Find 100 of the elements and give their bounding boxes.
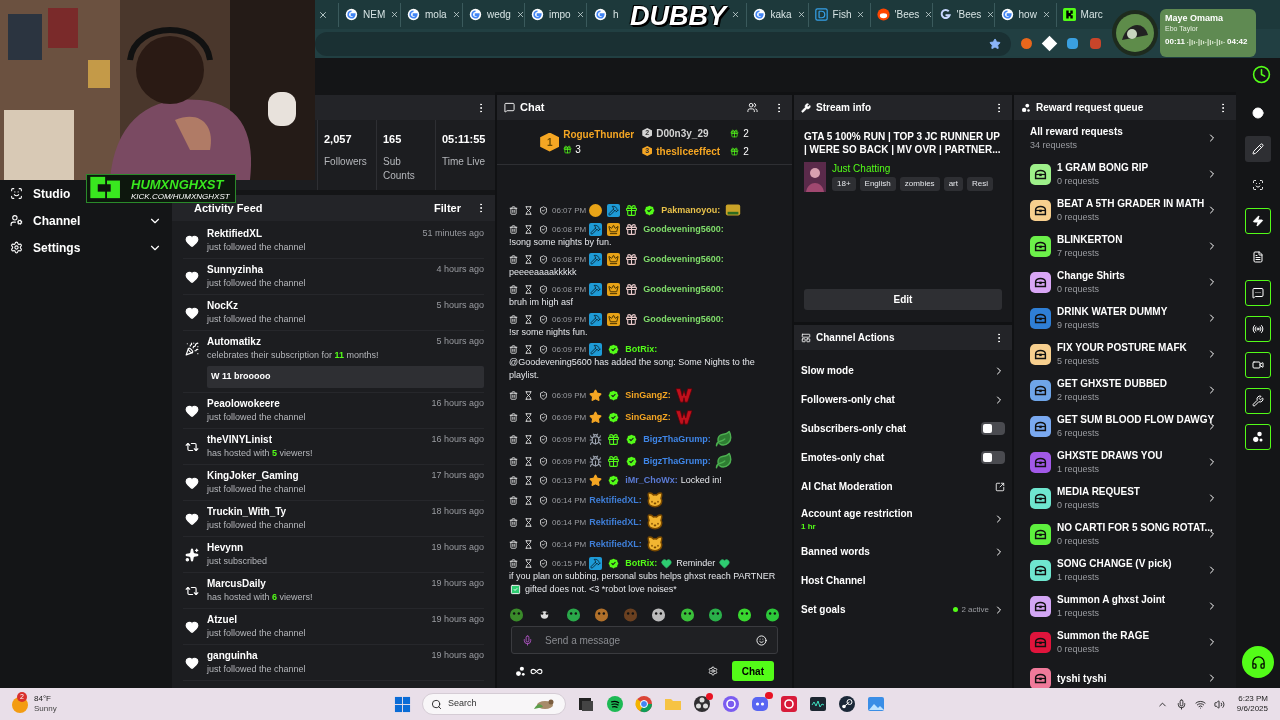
trash-icon[interactable]	[509, 539, 518, 549]
sidebar-item[interactable]: Settings	[0, 234, 172, 261]
reward-row[interactable]: Summon A ghxst Joint 1 requests	[1014, 588, 1236, 624]
reward-row[interactable]: GET SUM BLOOD FLOW DAWGY 6 requests	[1014, 408, 1236, 444]
message-input[interactable]: Send a message	[545, 632, 744, 648]
filter-button[interactable]: Filter	[434, 199, 461, 217]
shield-icon[interactable]	[539, 559, 548, 568]
wifi-icon[interactable]	[1194, 698, 1206, 710]
browser-tab[interactable]: mola	[400, 2, 462, 27]
rail-button[interactable]	[1245, 316, 1271, 342]
hourglass-icon[interactable]	[524, 434, 533, 444]
trash-icon[interactable]	[509, 456, 518, 466]
browser-tab[interactable]: Marc	[1055, 2, 1109, 27]
trash-icon[interactable]	[509, 495, 518, 505]
emote-icon[interactable]	[764, 606, 780, 622]
chat-user-name[interactable]: Goodevening5600:	[643, 253, 724, 266]
send-button[interactable]: Chat	[731, 661, 774, 681]
action-row[interactable]: Set goals 2 active	[801, 595, 1005, 624]
tag[interactable]: English	[859, 177, 896, 191]
app-icon[interactable]	[693, 695, 711, 713]
trash-icon[interactable]	[509, 345, 518, 354]
reward-row[interactable]: Summon the RAGE 0 requests	[1014, 624, 1236, 660]
reward-row[interactable]: MEDIA REQUEST 0 requests	[1014, 480, 1236, 516]
chat-user-name[interactable]: RektifiedXL:	[589, 515, 642, 529]
close-icon[interactable]	[796, 10, 806, 19]
close-icon[interactable]	[318, 9, 328, 20]
shield-icon[interactable]	[539, 539, 548, 549]
rail-button[interactable]	[1245, 136, 1271, 162]
action-row[interactable]: Account age restriction 1 hr	[801, 501, 1005, 537]
tag[interactable]: zombies	[899, 177, 940, 191]
app-icon[interactable]	[838, 695, 856, 713]
reward-row[interactable]: All reward requests 34 requests	[1014, 120, 1236, 156]
reward-row[interactable]: Change Shirts 0 requests	[1014, 264, 1236, 300]
trash-icon[interactable]	[509, 315, 518, 324]
reward-row[interactable]: BLINKERTON 7 requests	[1014, 228, 1236, 264]
reward-row[interactable]: GET GHXSTE DUBBED 2 requests	[1014, 372, 1236, 408]
browser-tab[interactable]: impo	[524, 2, 586, 27]
chat-user-name[interactable]: BotRix:	[625, 343, 658, 356]
trash-icon[interactable]	[509, 517, 518, 527]
browser-tab[interactable]: wedg	[462, 2, 524, 27]
shield-icon[interactable]	[539, 390, 548, 400]
chat-user-name[interactable]: SinGangZ:	[625, 410, 671, 424]
rail-button[interactable]	[1245, 424, 1271, 450]
chat-user-name[interactable]: BigzThaGrump:	[643, 454, 711, 468]
emote-icon[interactable]	[679, 606, 695, 622]
rail-button[interactable]	[1245, 388, 1271, 414]
reward-row[interactable]: SONG CHANGE (V pick) 1 requests	[1014, 552, 1236, 588]
hourglass-icon[interactable]	[524, 539, 533, 549]
hourglass-icon[interactable]	[524, 412, 533, 422]
shield-icon[interactable]	[539, 412, 548, 422]
emote-icon[interactable]	[708, 606, 724, 622]
close-icon[interactable]	[1041, 10, 1051, 19]
trash-icon[interactable]	[509, 285, 518, 294]
toggle-switch[interactable]	[981, 422, 1005, 435]
trash-icon[interactable]	[509, 205, 518, 215]
action-row[interactable]: Subscribers-only chat	[801, 414, 1005, 443]
shield-icon[interactable]	[539, 255, 548, 264]
rail-button[interactable]	[1245, 352, 1271, 378]
rail-button[interactable]	[1245, 208, 1271, 234]
hourglass-icon[interactable]	[524, 345, 533, 354]
browser-tab[interactable]: NEM	[338, 2, 400, 27]
shield-icon[interactable]	[539, 456, 548, 466]
close-icon[interactable]	[924, 10, 934, 19]
chat-user-name[interactable]: Pakmanoyou:	[661, 203, 721, 217]
reward-row[interactable]: tyshi tyshi	[1014, 660, 1236, 688]
action-row[interactable]: AI Chat Moderation	[801, 472, 1005, 501]
hourglass-icon[interactable]	[524, 559, 533, 568]
reward-row[interactable]: GHXSTE DRAWS YOU 1 requests	[1014, 444, 1236, 480]
reward-row[interactable]: DRINK WATER DUMMY 9 requests	[1014, 300, 1236, 336]
shield-icon[interactable]	[539, 476, 548, 485]
hourglass-icon[interactable]	[524, 456, 533, 466]
chat-user-name[interactable]: BotRix:	[625, 557, 658, 570]
hourglass-icon[interactable]	[524, 285, 533, 294]
chat-user-name[interactable]: BigzThaGrump:	[643, 432, 711, 446]
browser-tab[interactable]: 'Bees	[931, 2, 994, 27]
close-icon[interactable]	[575, 10, 585, 19]
action-row[interactable]: Followers-only chat	[801, 385, 1005, 414]
hourglass-icon[interactable]	[524, 255, 533, 264]
shield-icon[interactable]	[539, 517, 548, 527]
start-icon[interactable]	[394, 695, 411, 713]
smile-icon[interactable]	[756, 634, 767, 646]
reward-row[interactable]: 1 GRAM BONG RIP 0 requests	[1014, 156, 1236, 192]
action-row[interactable]: Slow mode	[801, 356, 1005, 385]
toggle-switch[interactable]	[981, 451, 1005, 464]
shield-icon[interactable]	[539, 315, 548, 324]
chat-user-name[interactable]: Goodevening5600:	[643, 223, 724, 236]
hourglass-icon[interactable]	[524, 205, 533, 215]
sidebar-item[interactable]: Studio	[0, 180, 81, 207]
users-icon[interactable]	[747, 102, 758, 113]
hourglass-icon[interactable]	[524, 495, 533, 505]
app-icon[interactable]	[577, 695, 595, 713]
mic-icon[interactable]	[1175, 698, 1187, 710]
emote-icon[interactable]	[736, 606, 752, 622]
shield-icon[interactable]	[539, 434, 548, 444]
trash-icon[interactable]	[509, 559, 518, 568]
settings-icon[interactable]	[707, 666, 718, 676]
reward-row[interactable]: NO CARTI FOR 5 SONG ROTAT... 0 requests	[1014, 516, 1236, 552]
close-icon[interactable]	[856, 10, 866, 19]
mic-icon[interactable]	[522, 634, 533, 646]
edit-button[interactable]: Edit	[804, 289, 1002, 310]
